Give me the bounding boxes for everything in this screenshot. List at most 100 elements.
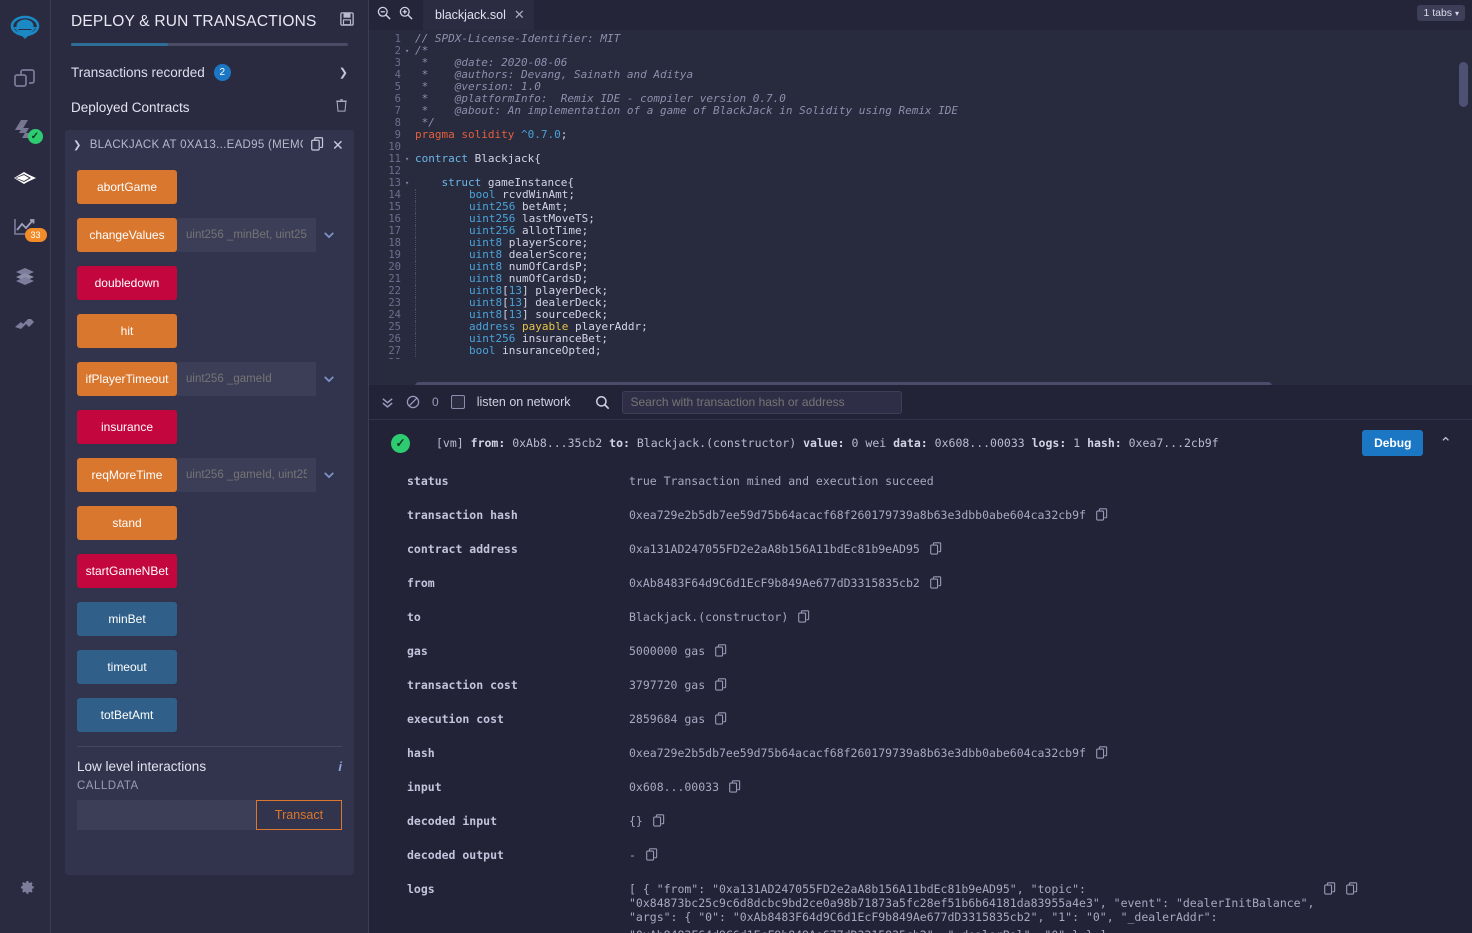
editor-tab-blackjack-sol[interactable]: blackjack.sol ✕ (423, 0, 534, 30)
fold-marker[interactable] (405, 81, 415, 93)
fold-marker[interactable] (405, 345, 415, 357)
copy-icon[interactable] (1096, 746, 1108, 762)
transactions-recorded-row[interactable]: Transactions recorded 2 ❯ (65, 56, 354, 88)
fold-marker[interactable] (405, 321, 415, 333)
copy-icon[interactable] (311, 136, 324, 154)
fold-marker[interactable] (405, 213, 415, 225)
function-args-input-changevalues[interactable] (177, 218, 316, 252)
search-input[interactable] (621, 390, 902, 414)
function-button-totbetamt[interactable]: totBetAmt (77, 698, 177, 732)
function-args-input-reqmoretime[interactable] (177, 458, 316, 492)
from-label: from: (470, 436, 506, 450)
function-button-timeout[interactable]: timeout (77, 650, 177, 684)
fold-marker[interactable] (405, 309, 415, 321)
detail-value: - (629, 848, 636, 862)
editor-vertical-scrollbar[interactable] (1459, 62, 1468, 107)
copy-icon[interactable] (1324, 882, 1336, 898)
copy-icon[interactable] (929, 542, 942, 558)
fold-marker[interactable] (405, 273, 415, 285)
zoom-out-icon[interactable] (377, 6, 391, 25)
function-button-changevalues[interactable]: changeValues (77, 218, 177, 252)
copy-icon[interactable] (929, 576, 942, 592)
fold-marker[interactable] (405, 249, 415, 261)
chevron-down-icon[interactable]: ❯ (339, 66, 348, 79)
chevron-down-icon[interactable] (316, 362, 342, 396)
copy-icon[interactable] (652, 814, 665, 830)
fold-marker[interactable]: ▾ (405, 153, 415, 165)
chevron-down-icon[interactable]: ❯ (73, 140, 82, 151)
chevrons-down-icon[interactable] (381, 396, 394, 409)
function-button-ifplayertimeout[interactable]: ifPlayerTimeout (77, 362, 177, 396)
function-button-startgamenbet[interactable]: startGameNBet (77, 554, 177, 588)
function-button-minbet[interactable]: minBet (77, 602, 177, 636)
function-args-input-ifplayertimeout[interactable] (177, 362, 316, 396)
function-button-insurance[interactable]: insurance (77, 410, 177, 444)
fold-marker[interactable] (405, 165, 415, 177)
zoom-in-icon[interactable] (399, 6, 413, 25)
settings-gear-icon[interactable] (0, 862, 51, 911)
tabs-count-dropdown[interactable]: 1 tabs ▾ (1417, 5, 1465, 21)
fold-marker[interactable]: ▾ (405, 177, 415, 189)
chevron-down-icon[interactable] (316, 218, 342, 252)
copy-icon[interactable] (798, 610, 810, 626)
function-button-hit[interactable]: hit (77, 314, 177, 348)
debugger-icon[interactable] (0, 251, 51, 300)
plugin-manager-icon[interactable] (0, 300, 51, 349)
fold-marker[interactable] (405, 105, 415, 117)
transaction-detail-row: contract address 0xa131AD247055FD2e2aA8b1… (369, 532, 1472, 566)
solidity-analyzers-icon[interactable]: 33 (0, 202, 51, 251)
fold-marker[interactable] (405, 117, 415, 129)
detail-value: 5000000 gas (629, 644, 706, 658)
trash-icon[interactable] (335, 98, 348, 117)
panel-progress-bar (71, 43, 348, 46)
close-icon[interactable]: ✕ (332, 137, 344, 154)
function-button-doubledown[interactable]: doubledown (77, 266, 177, 300)
main-area: blackjack.sol ✕ 1 tabs ▾ 1 // SPDX-Licens… (369, 0, 1472, 933)
fold-marker[interactable] (405, 201, 415, 213)
fold-marker[interactable] (405, 93, 415, 105)
copy-icon[interactable] (1346, 882, 1358, 898)
fold-marker[interactable] (405, 225, 415, 237)
save-icon[interactable] (340, 12, 354, 31)
fold-marker[interactable] (405, 141, 415, 153)
transaction-summary-row[interactable]: ✓ [vm] from: 0xAb8...35cb2 to: Blackjack… (369, 420, 1472, 464)
fold-marker[interactable]: ▾ (405, 45, 415, 57)
debug-button[interactable]: Debug (1362, 430, 1424, 456)
detail-key: from (407, 576, 435, 590)
code-editor[interactable]: 1// SPDX-License-Identifier: MIT 2 ▾/* 3 * … (369, 30, 1472, 385)
fold-marker[interactable] (405, 297, 415, 309)
fold-marker[interactable] (405, 33, 415, 45)
chevron-up-icon[interactable]: ⌃ (1433, 434, 1458, 452)
fold-marker[interactable] (405, 57, 415, 69)
deploy-run-transactions-icon[interactable] (0, 153, 51, 202)
fold-marker[interactable] (405, 285, 415, 297)
copy-icon[interactable] (715, 644, 727, 660)
fold-marker[interactable] (405, 69, 415, 81)
fold-marker[interactable] (405, 261, 415, 273)
function-button-reqmoretime[interactable]: reqMoreTime (77, 458, 177, 492)
copy-icon[interactable] (715, 712, 727, 728)
transact-button[interactable]: Transact (256, 800, 342, 830)
fold-marker[interactable] (405, 189, 415, 201)
file-explorers-icon[interactable] (0, 55, 51, 104)
remix-home-logo[interactable] (0, 6, 51, 55)
editor-horizontal-scrollbar[interactable] (415, 382, 1272, 385)
calldata-input[interactable] (77, 800, 256, 830)
ban-icon[interactable] (406, 395, 420, 409)
contract-card-header[interactable]: ❯ BLACKJACK AT 0XA13...EAD95 (MEMOI ✕ (65, 130, 354, 160)
fold-marker[interactable] (405, 237, 415, 249)
listen-on-network-checkbox[interactable] (450, 395, 465, 409)
solidity-compiler-icon[interactable]: ✓ (0, 104, 51, 153)
function-button-stand[interactable]: stand (77, 506, 177, 540)
close-icon[interactable]: ✕ (514, 7, 525, 23)
copy-icon[interactable] (646, 848, 658, 864)
fold-marker[interactable] (405, 129, 415, 141)
copy-icon[interactable] (729, 780, 741, 796)
function-button-abortgame[interactable]: abortGame (77, 170, 177, 204)
fold-marker[interactable] (405, 333, 415, 345)
search-icon[interactable] (595, 395, 610, 410)
info-icon[interactable]: i (338, 759, 342, 774)
copy-icon[interactable] (715, 678, 727, 694)
copy-icon[interactable] (1096, 508, 1108, 524)
chevron-down-icon[interactable] (316, 458, 342, 492)
